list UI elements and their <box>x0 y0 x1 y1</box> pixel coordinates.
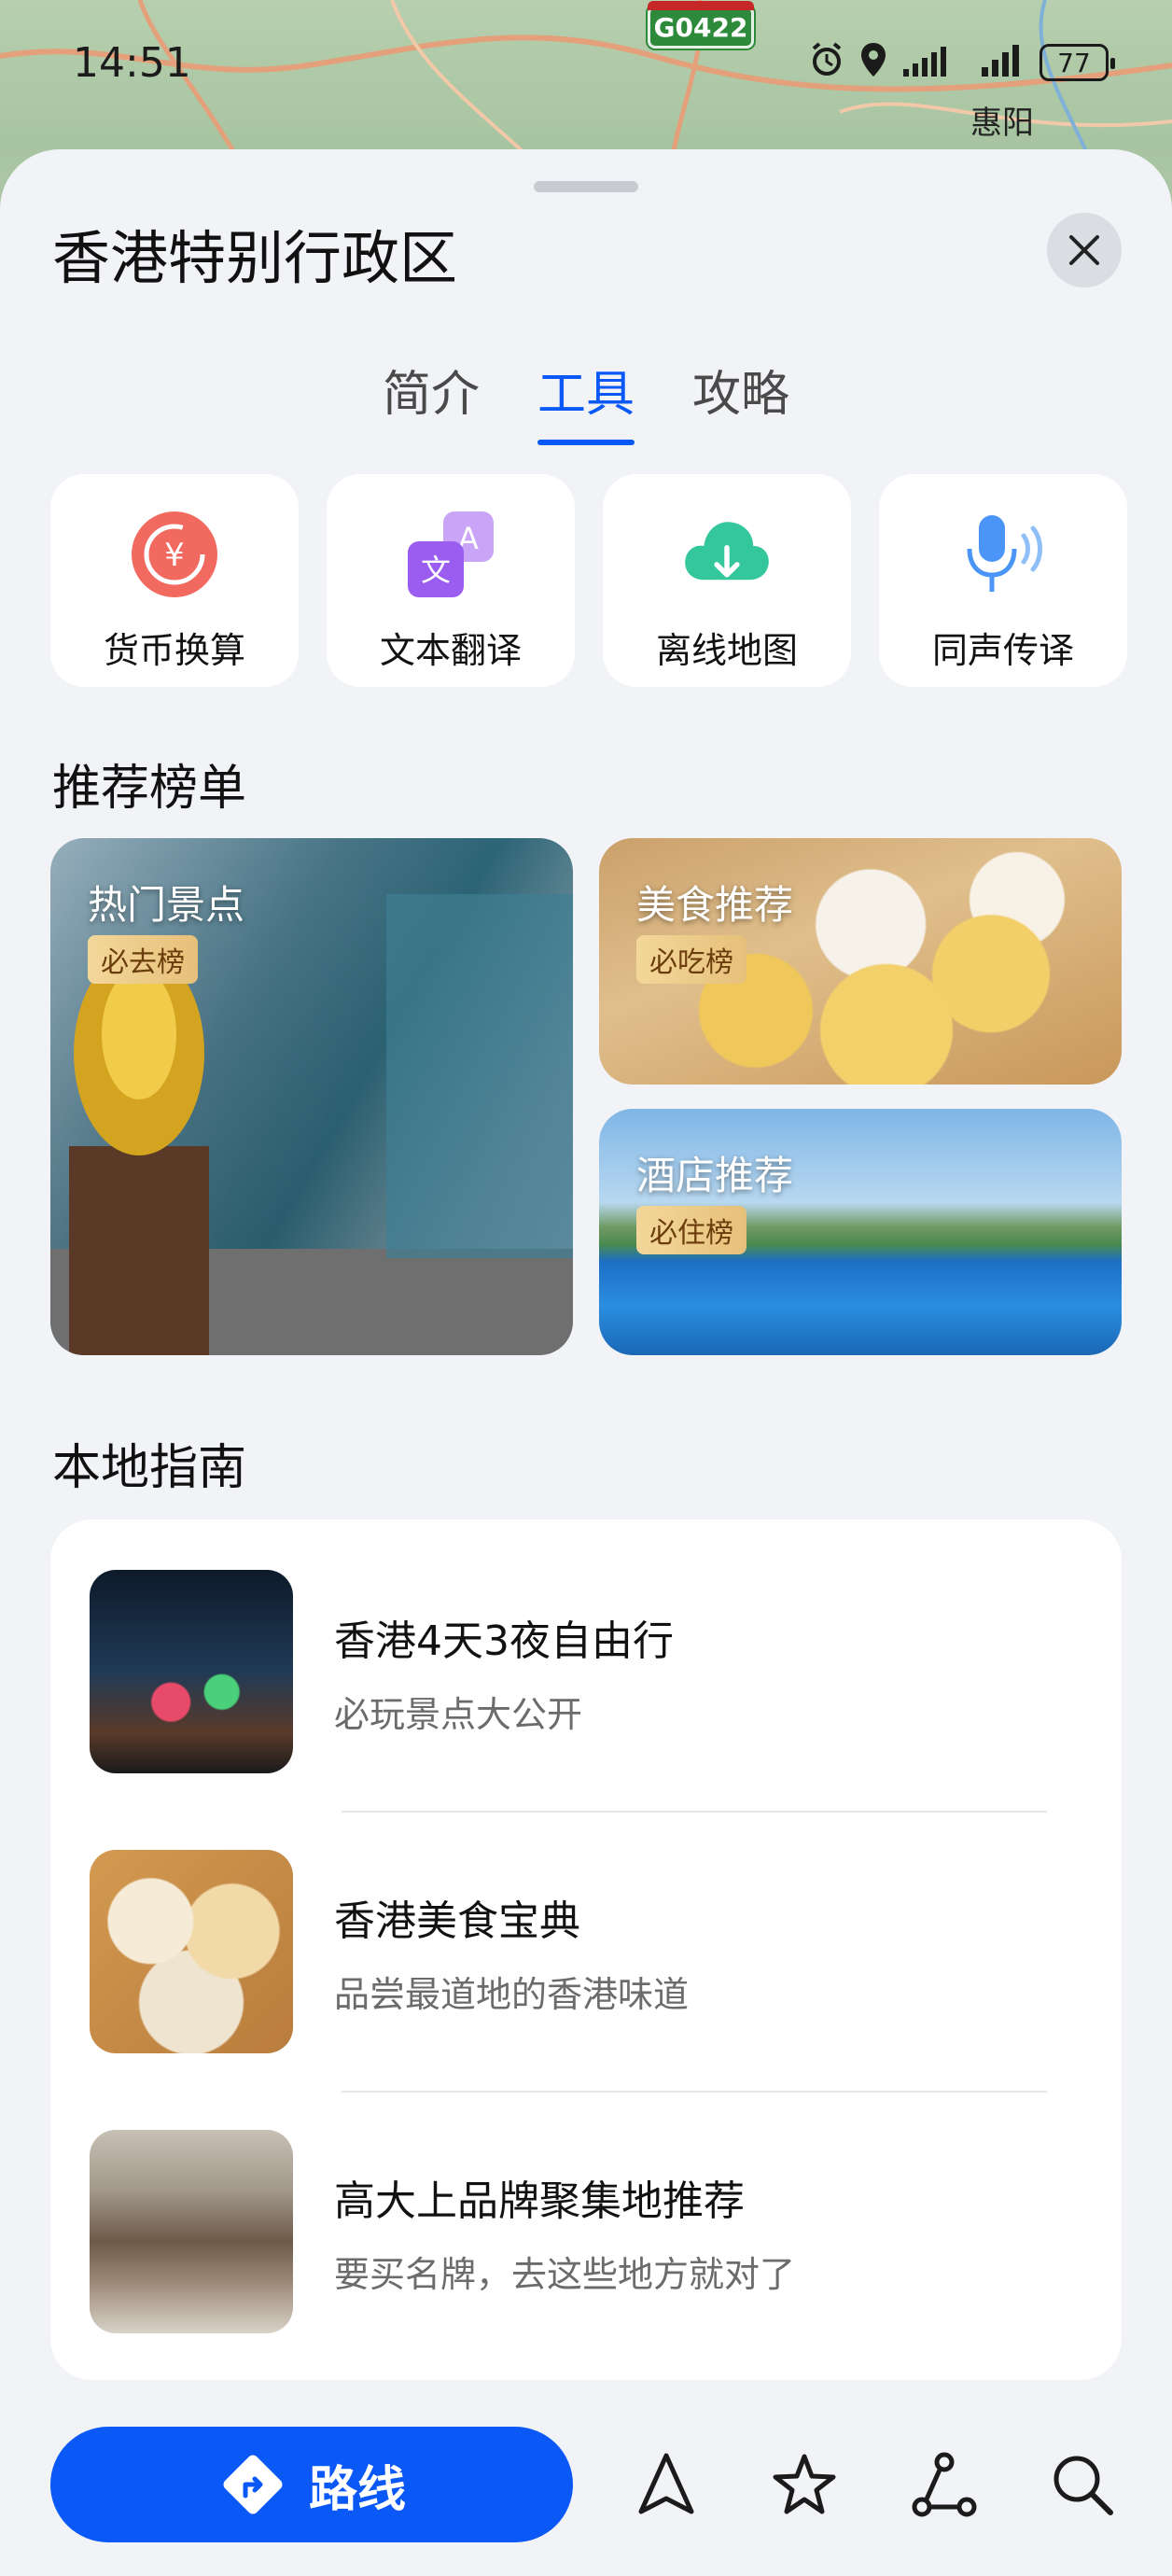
signal-2-icon <box>980 41 1026 84</box>
tab-guide[interactable]: 攻略 <box>692 355 789 445</box>
guide-section-title: 本地指南 <box>52 1440 247 1496</box>
svg-text:¥: ¥ <box>164 537 185 574</box>
guide-thumbnail <box>90 2130 293 2333</box>
divider <box>342 2091 1047 2093</box>
route-button-label: 路线 <box>308 2461 406 2518</box>
guide-item-subtitle: 品尝最道地的香港味道 <box>334 1973 690 2015</box>
navigation-icon[interactable] <box>633 2451 700 2518</box>
page-title: 香港特别行政区 <box>52 224 458 292</box>
offline-map-download-icon <box>680 508 774 601</box>
alarm-icon <box>808 41 845 84</box>
close-button[interactable] <box>1047 213 1122 287</box>
guide-item[interactable]: 香港美食宝典 品尝最道地的香港味道 <box>90 1850 1088 2053</box>
recommend-section-title: 推荐榜单 <box>52 761 247 817</box>
battery-indicator: 77 <box>1039 44 1115 81</box>
guide-item[interactable]: 高大上品牌聚集地推荐 要买名牌，去这些地方就对了 <box>90 2130 1088 2333</box>
search-icon[interactable] <box>1049 2451 1116 2518</box>
route-turn-icon <box>223 2455 283 2514</box>
guide-item-subtitle: 必玩景点大公开 <box>334 1693 583 1735</box>
drag-handle[interactable] <box>534 181 638 192</box>
tool-label: 离线地图 <box>655 630 798 671</box>
guide-item-title: 香港4天3夜自由行 <box>334 1617 674 1665</box>
tool-label: 文本翻译 <box>379 630 522 671</box>
currency-exchange-icon: ¥ <box>128 508 221 601</box>
svg-text:文: 文 <box>421 553 451 588</box>
guide-list: 香港4天3夜自由行 必玩景点大公开 香港美食宝典 品尝最道地的香港味道 高大上品… <box>50 1519 1122 2380</box>
road-shield-label: G0422 <box>648 1 754 49</box>
guide-thumbnail <box>90 1570 293 1773</box>
tab-bar: 简介 工具 攻略 <box>0 355 1172 445</box>
tool-offline-map[interactable]: 离线地图 <box>603 474 851 687</box>
rank-card-food[interactable]: 美食推荐 必吃榜 <box>599 838 1122 1085</box>
guide-thumbnail <box>90 1850 293 2053</box>
rank-card-badge: 必吃榜 <box>636 935 746 984</box>
bottom-action-bar: 路线 <box>0 2427 1172 2576</box>
tool-simultaneous-interpretation[interactable]: 同声传译 <box>879 474 1127 687</box>
tab-tools[interactable]: 工具 <box>537 355 635 445</box>
guide-item-subtitle: 要买名牌，去这些地方就对了 <box>334 2253 796 2295</box>
close-icon <box>1069 235 1099 265</box>
route-button[interactable]: 路线 <box>50 2427 573 2542</box>
microphone-icon <box>956 508 1050 601</box>
status-time: 14:51 <box>73 39 191 87</box>
tool-text-translate[interactable]: A 文 文本翻译 <box>327 474 575 687</box>
translate-icon: A 文 <box>404 508 497 601</box>
tool-label: 同声传译 <box>931 630 1074 671</box>
rank-card-badge: 必去榜 <box>88 935 198 984</box>
rank-card-title: 热门景点 <box>88 882 245 928</box>
divider <box>342 1811 1047 1813</box>
tools-row: ¥ 货币换算 A 文 文本翻译 离线地图 同声传译 <box>50 474 1127 687</box>
status-icons: 77 <box>808 41 1115 84</box>
bottom-sheet: 香港特别行政区 简介 工具 攻略 ¥ 货币换算 A 文 文本翻译 离线地图 同声… <box>0 149 1172 2576</box>
tab-intro[interactable]: 简介 <box>383 355 480 445</box>
guide-item-title: 高大上品牌聚集地推荐 <box>334 2177 745 2225</box>
guide-item-title: 香港美食宝典 <box>334 1897 580 1945</box>
tool-currency-exchange[interactable]: ¥ 货币换算 <box>50 474 299 687</box>
rank-card-hotel[interactable]: 酒店推荐 必住榜 <box>599 1109 1122 1355</box>
rank-card-scenic[interactable]: 热门景点 必去榜 <box>50 838 573 1355</box>
rank-card-badge: 必住榜 <box>636 1206 746 1254</box>
location-icon <box>858 41 888 84</box>
guide-item[interactable]: 香港4天3夜自由行 必玩景点大公开 <box>90 1570 1088 1773</box>
tool-label: 货币换算 <box>103 630 245 671</box>
route-plan-icon[interactable] <box>911 2451 978 2518</box>
signal-icon <box>901 41 967 84</box>
recommend-grid: 热门景点 必去榜 美食推荐 必吃榜 酒店推荐 必住榜 <box>50 838 1122 1355</box>
map-place-label: 惠阳 <box>970 105 1034 142</box>
rank-card-title: 美食推荐 <box>636 882 794 928</box>
favorite-star-icon[interactable] <box>771 2451 838 2518</box>
rank-card-title: 酒店推荐 <box>636 1153 794 1198</box>
